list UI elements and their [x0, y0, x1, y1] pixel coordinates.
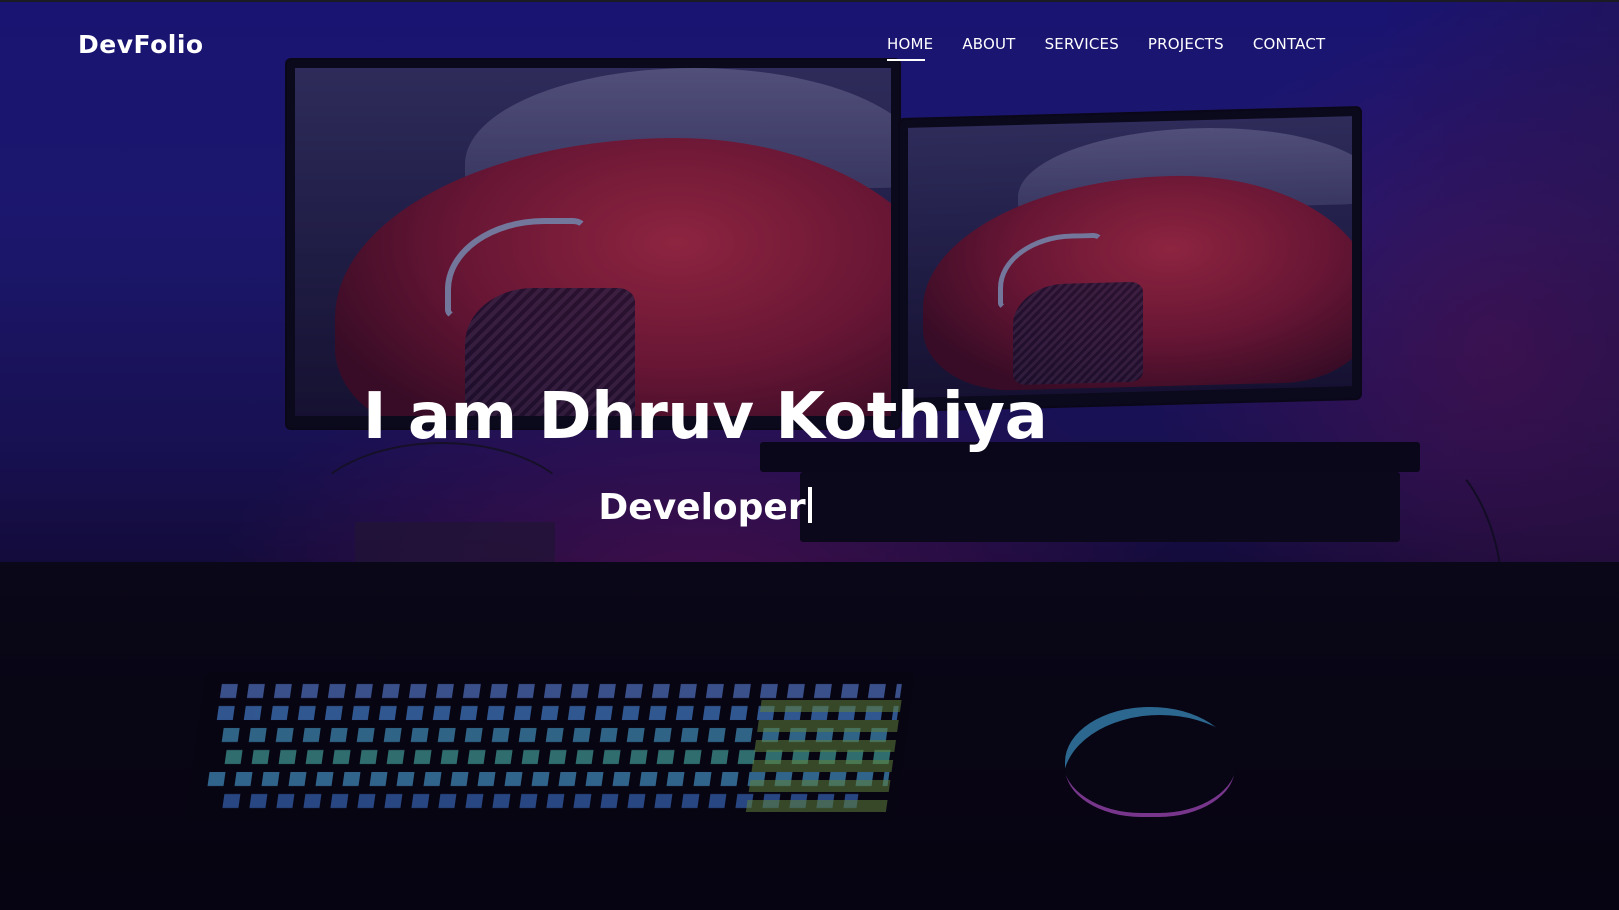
nav-link-contact[interactable]: CONTACT	[1253, 35, 1326, 61]
nav-item-home: HOME	[887, 35, 933, 61]
nav-item-about: ABOUT	[962, 35, 1015, 61]
right-monitor	[900, 107, 1360, 411]
nav-item-projects: PROJECTS	[1148, 35, 1224, 61]
top-navbar: DevFolio HOME ABOUT SERVICES PROJECTS CO…	[0, 2, 1619, 92]
typed-text: Developer	[598, 487, 806, 528]
hero-background-image	[0, 2, 1619, 910]
typing-cursor	[807, 487, 812, 523]
left-monitor	[287, 60, 899, 428]
nav-link-about[interactable]: ABOUT	[962, 35, 1015, 61]
nav-menu: HOME ABOUT SERVICES PROJECTS CONTACT	[887, 35, 1325, 61]
mouse	[1065, 707, 1235, 817]
nav-link-home[interactable]: HOME	[887, 35, 933, 61]
hero-typed-subtitle: Developer	[0, 487, 1410, 528]
keyboard	[184, 672, 916, 822]
hero-section: DevFolio HOME ABOUT SERVICES PROJECTS CO…	[0, 0, 1619, 910]
hero-title: I am Dhruv Kothiya	[362, 380, 1048, 454]
nav-link-projects[interactable]: PROJECTS	[1148, 35, 1224, 61]
brand-logo[interactable]: DevFolio	[78, 30, 204, 59]
nav-item-services: SERVICES	[1045, 35, 1119, 61]
nav-item-contact: CONTACT	[1253, 35, 1326, 61]
nav-link-services[interactable]: SERVICES	[1045, 35, 1119, 61]
